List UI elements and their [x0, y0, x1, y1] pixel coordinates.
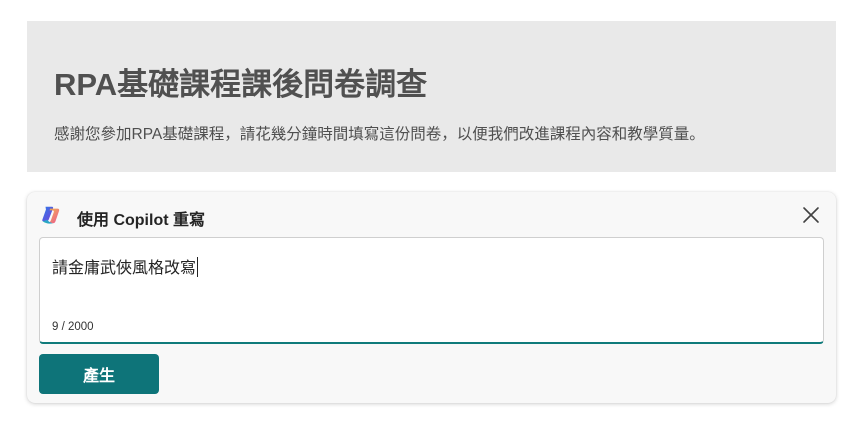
form-title: RPA基礎課程課後問卷調查	[54, 67, 428, 102]
generate-button[interactable]: 產生	[39, 354, 159, 394]
text-caret	[197, 257, 199, 277]
copilot-rewrite-panel: 使用 Copilot 重寫 請金庸武俠風格改寫 9 / 2000 產生	[27, 192, 836, 403]
copilot-logo-icon	[42, 206, 60, 224]
prompt-text: 請金庸武俠風格改寫	[52, 260, 197, 277]
character-count: 9 / 2000	[52, 321, 94, 333]
form-description: 感謝您參加RPA基礎課程，請花幾分鐘時間填寫這份問卷，以便我們改進課程內容和教學…	[54, 126, 705, 143]
rewrite-prompt-input[interactable]: 請金庸武俠風格改寫 9 / 2000	[39, 237, 824, 344]
form-header-card: RPA基礎課程課後問卷調查 感謝您參加RPA基礎課程，請花幾分鐘時間填寫這份問卷…	[27, 21, 836, 172]
close-icon[interactable]	[802, 206, 820, 224]
panel-title: 使用 Copilot 重寫	[77, 212, 205, 229]
